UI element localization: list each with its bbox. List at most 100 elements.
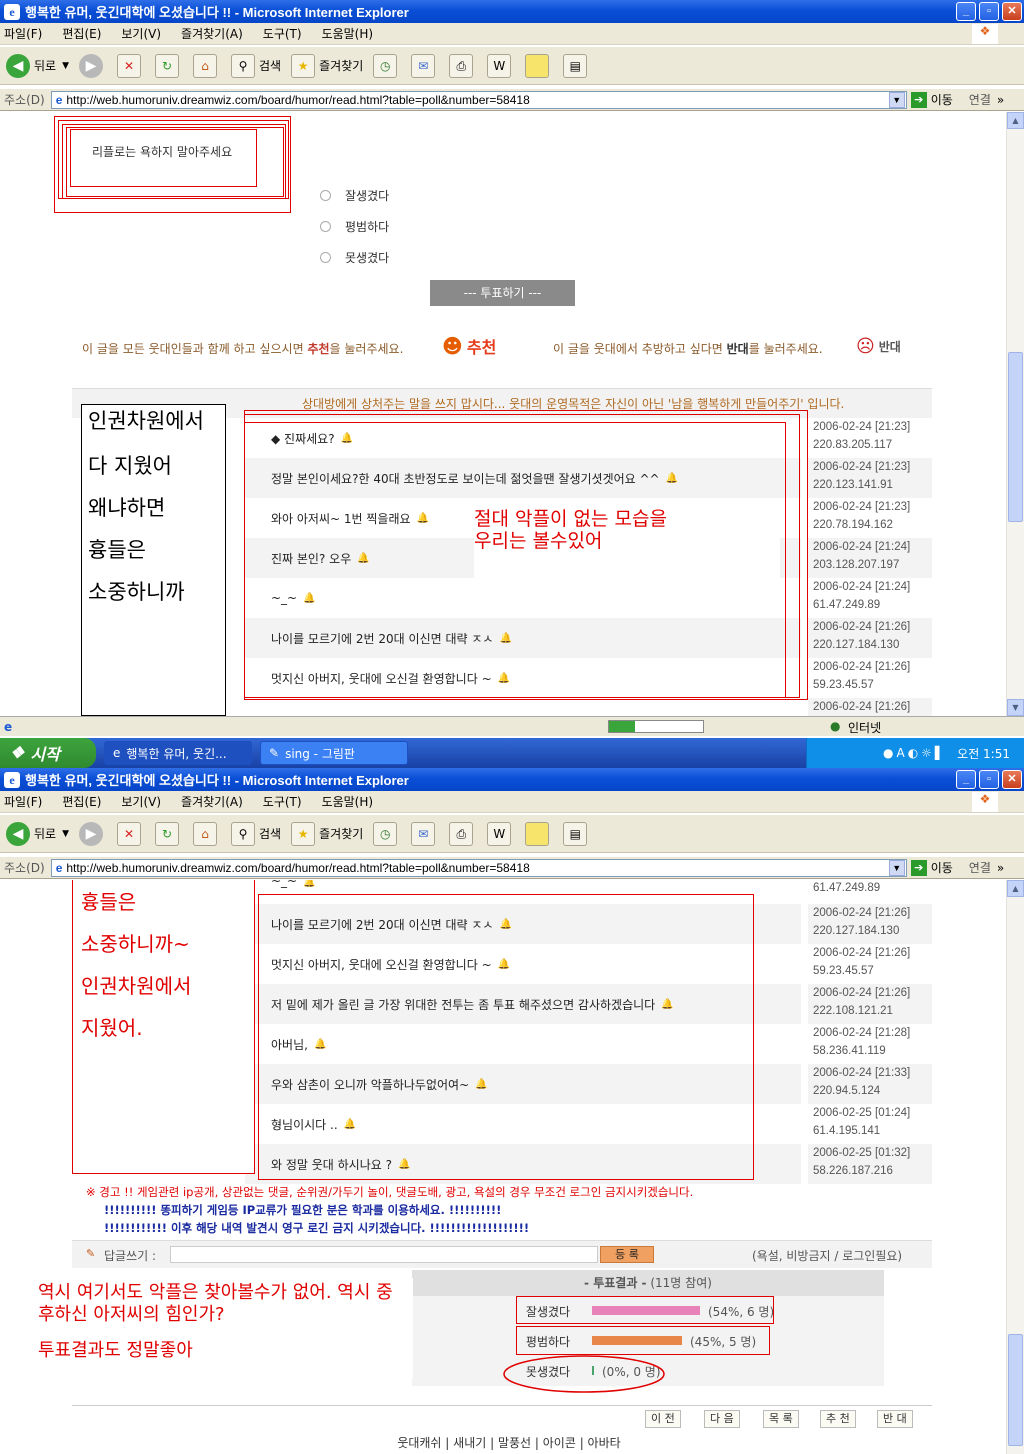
links-label[interactable]: 연결 (969, 91, 991, 108)
vertical-scrollbar[interactable]: ▲ ▼ (1006, 112, 1024, 716)
research-button[interactable]: ▤ (563, 821, 591, 846)
notes-button[interactable] (525, 821, 553, 846)
history-button[interactable]: ◷ (373, 53, 401, 78)
home-button[interactable]: ⌂ (193, 53, 221, 78)
mail-icon: ✉ (411, 821, 436, 846)
reply-input[interactable] (170, 1246, 598, 1263)
address-input[interactable]: e http://web.humoruniv.dreamwiz.com/boar… (50, 90, 907, 109)
radio-button[interactable] (320, 221, 331, 232)
menu-tools[interactable]: 도구(T) (263, 793, 302, 810)
footer-link-icon[interactable]: 아이콘 (543, 1436, 576, 1450)
forward-button[interactable]: ▶ (79, 821, 107, 846)
links-more-icon[interactable]: » (997, 861, 1004, 875)
stop-button[interactable]: ✕ (117, 821, 145, 846)
oppose-button[interactable]: ☹ 반대 (856, 336, 901, 357)
poll-option-1[interactable]: 잘생겼다 (320, 187, 389, 204)
comment-meta: 2006-02-24 [21:26] (808, 698, 932, 716)
history-button[interactable]: ◷ (373, 821, 401, 846)
address-url: http://web.humoruniv.dreamwiz.com/board/… (66, 92, 530, 107)
print-button[interactable]: ⎙ (449, 821, 477, 846)
warning-2: !!!!!!!!!! 똥피하기 게임등 IP교류가 필요한 분은 학과를 이용하… (104, 1203, 502, 1217)
mail-button[interactable]: ✉ (411, 821, 439, 846)
prev-button[interactable]: 이 전 (645, 1410, 681, 1428)
footer-link-avatar[interactable]: 아바타 (588, 1436, 621, 1450)
footer-link-cash[interactable]: 웃대캐쉬 (397, 1436, 441, 1450)
close-button[interactable]: ✕ (1002, 2, 1022, 21)
research-button[interactable]: ▤ (563, 53, 591, 78)
scroll-thumb[interactable] (1008, 352, 1023, 522)
radio-button[interactable] (320, 190, 331, 201)
comment-meta: 2006-02-24 [21:26] 59.23.45.57 (813, 947, 911, 977)
menu-file[interactable]: 파일(F) (4, 25, 42, 42)
scroll-thumb[interactable] (1008, 1334, 1023, 1446)
search-button[interactable]: ⚲ 검색 (231, 53, 281, 78)
task-paint[interactable]: ✎ sing - 그림판 (260, 741, 408, 765)
go-button[interactable]: 이동 (931, 859, 953, 876)
back-button[interactable]: ◀ 뒤로 ▼ (6, 821, 69, 846)
links-more-icon[interactable]: » (997, 93, 1004, 107)
history-icon: ◷ (373, 821, 398, 846)
chevron-down-icon[interactable]: ▼ (888, 859, 905, 876)
scroll-up-icon[interactable]: ▲ (1007, 112, 1024, 129)
list-button[interactable]: 목 록 (763, 1410, 799, 1428)
go-button[interactable]: 이동 (931, 91, 953, 108)
next-button[interactable]: 다 음 (704, 1410, 740, 1428)
menu-view[interactable]: 보기(V) (121, 25, 161, 42)
menu-help[interactable]: 도움말(H) (322, 25, 374, 42)
vertical-scrollbar[interactable]: ▲ (1006, 880, 1024, 1454)
mail-button[interactable]: ✉ (411, 53, 439, 78)
search-button[interactable]: ⚲ 검색 (231, 821, 281, 846)
scroll-up-icon[interactable]: ▲ (1007, 880, 1024, 897)
note-icon (525, 53, 550, 78)
windows-logo-icon: ❖ (972, 792, 998, 812)
stop-button[interactable]: ✕ (117, 53, 145, 78)
edit-button[interactable]: W (487, 53, 515, 78)
links-label[interactable]: 연결 (969, 859, 991, 876)
task-ie[interactable]: e 행복한 유머, 웃긴... (104, 741, 252, 765)
address-input[interactable]: e http://web.humoruniv.dreamwiz.com/boar… (50, 858, 907, 877)
menu-view[interactable]: 보기(V) (121, 793, 161, 810)
home-button[interactable]: ⌂ (193, 821, 221, 846)
start-button[interactable]: ❖ 시작 (0, 738, 96, 768)
radio-button[interactable] (320, 252, 331, 263)
refresh-button[interactable]: ↻ (155, 821, 183, 846)
menu-help[interactable]: 도움말(H) (322, 793, 374, 810)
recommend-nav-button[interactable]: 추 천 (820, 1410, 856, 1428)
comment-meta: 2006-02-25 [01:32] 58.226.187.216 (808, 1144, 932, 1184)
refresh-button[interactable]: ↻ (155, 53, 183, 78)
vote-button[interactable]: --- 투표하기 --- (430, 280, 575, 306)
menu-edit[interactable]: 편집(E) (62, 793, 101, 810)
chevron-down-icon[interactable]: ▼ (888, 91, 905, 108)
menu-edit[interactable]: 편집(E) (62, 25, 101, 42)
menu-favorites[interactable]: 즐겨찾기(A) (181, 793, 243, 810)
forward-button[interactable]: ▶ (79, 53, 107, 78)
back-button[interactable]: ◀ 뒤로 ▼ (6, 53, 69, 78)
footer-link-newbie[interactable]: 새내기 (453, 1436, 486, 1450)
notes-button[interactable] (525, 53, 553, 78)
star-icon: ★ (291, 53, 316, 78)
word-icon: W (487, 821, 512, 846)
submit-button[interactable]: 등 록 (600, 1246, 654, 1263)
close-button[interactable]: ✕ (1002, 770, 1022, 789)
recommend-button[interactable]: ☻ 추천 (442, 334, 496, 358)
restore-button[interactable]: ▫ (979, 770, 999, 789)
print-button[interactable]: ⎙ (449, 53, 477, 78)
minimize-button[interactable]: _ (956, 770, 976, 789)
footer-link-balloon[interactable]: 말풍선 (498, 1436, 531, 1450)
edit-button[interactable]: W (487, 821, 515, 846)
menu-bar: 파일(F) 편집(E) 보기(V) 즐겨찾기(A) 도구(T) 도움말(H) ❖ (0, 23, 1024, 45)
menu-favorites[interactable]: 즐겨찾기(A) (181, 25, 243, 42)
favorites-button[interactable]: ★ 즐겨찾기 (291, 821, 363, 846)
oppose-nav-button[interactable]: 반 대 (877, 1410, 913, 1428)
scroll-down-icon[interactable]: ▼ (1007, 699, 1024, 716)
restore-button[interactable]: ▫ (979, 2, 999, 21)
back-arrow-icon: ◀ (6, 53, 30, 78)
poll-option-3[interactable]: 못생겼다 (320, 249, 389, 266)
search-icon: ⚲ (231, 821, 256, 846)
menu-tools[interactable]: 도구(T) (263, 25, 302, 42)
minimize-button[interactable]: _ (956, 2, 976, 21)
poll-option-2[interactable]: 평범하다 (320, 218, 389, 235)
address-label: 주소(D) (4, 93, 45, 107)
favorites-button[interactable]: ★ 즐겨찾기 (291, 53, 363, 78)
menu-file[interactable]: 파일(F) (4, 793, 42, 810)
